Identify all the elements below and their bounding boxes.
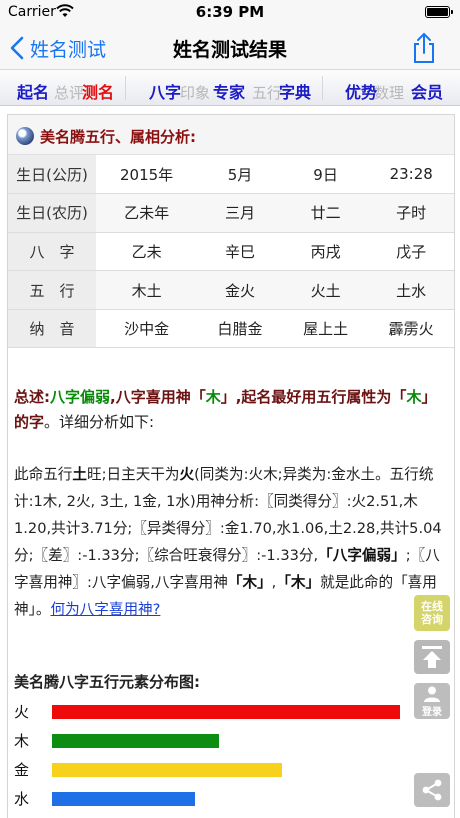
bazi-cell: 子时 bbox=[368, 193, 454, 233]
bazi-row: 五 行木土 金火 火土 土水 bbox=[8, 270, 454, 310]
menu-ghost-label: 数理 bbox=[374, 84, 405, 102]
menu-divider bbox=[322, 76, 323, 100]
section-title: 美名腾五行、属相分析: bbox=[40, 128, 196, 146]
detail-strong: 「八字偏弱」 bbox=[318, 547, 406, 564]
analysis-panel: 美名腾五行、属相分析: 生日(公历) 2015年 5月 9日 23:28 生日(农历) 乙未… bbox=[7, 114, 455, 818]
distribution-bar bbox=[52, 705, 400, 719]
detail-strong: 土 bbox=[72, 466, 87, 483]
detail-text: 此命五行土旺;日主天干为火(同类为:火木;异类为:金水土。五行统计:1木, 2火… bbox=[14, 461, 450, 623]
back-button-label: 姓名测试 bbox=[30, 38, 107, 61]
bazi-row: 生日(农历) 乙未年 三月 廿二 子时 bbox=[8, 193, 454, 233]
user-icon bbox=[424, 686, 440, 702]
bazi-cell: 5月 bbox=[197, 155, 283, 195]
login-label: 登录 bbox=[422, 706, 442, 718]
summary-element2: 木 bbox=[406, 388, 422, 406]
bazi-row-head: 五 行 bbox=[8, 270, 96, 310]
distribution-title: 美名腾八字五行元素分布图: bbox=[14, 673, 200, 691]
bazi-cell: 戊子 bbox=[368, 232, 454, 272]
distribution-bar bbox=[52, 763, 282, 777]
bazi-cell: 廿二 bbox=[282, 193, 369, 233]
detail-part: 此命五行 bbox=[14, 466, 73, 483]
bazi-row-head: 生日(农历) bbox=[8, 193, 96, 233]
bazi-table: 生日(公历) 2015年 5月 9日 23:28 生日(农历) 乙未年 三月 廿二 子时八 字乙未… bbox=[8, 155, 454, 349]
bazi-row: 八 字乙未 辛巳 丙戌 戊子 bbox=[8, 232, 454, 272]
bazi-row: 生日(公历) 2015年 5月 9日 23:28 bbox=[8, 155, 454, 195]
bazi-row-head: 生日(公历) bbox=[8, 155, 96, 195]
menu-item-huiyuan[interactable]: 会员 bbox=[411, 79, 443, 103]
scroll-top-button[interactable] bbox=[414, 640, 450, 674]
online-consult-label: 在线咨询 bbox=[421, 600, 443, 626]
distribution-row: 水 bbox=[8, 786, 454, 810]
summary-element: 木 bbox=[205, 388, 221, 406]
bazi-cell: 丙戌 bbox=[282, 232, 369, 272]
bazi-cell: 土水 bbox=[368, 270, 454, 310]
bazi-cell: 屋上土 bbox=[282, 309, 369, 349]
distribution-row: 木 bbox=[8, 728, 454, 752]
bazi-cell: 23:28 bbox=[368, 155, 454, 195]
back-button[interactable]: 姓名测试 bbox=[10, 34, 106, 62]
detail-strong: 「木」 bbox=[276, 574, 321, 591]
clock: 6:39 PM bbox=[195, 3, 265, 21]
bazi-cell: 火土 bbox=[282, 270, 369, 310]
summary-mid2: 」,起名最好用五行属性为「 bbox=[220, 388, 407, 406]
bazi-cell: 乙未年 bbox=[96, 193, 198, 233]
summary-prefix: 总述: bbox=[14, 388, 50, 406]
status-bar: Carrier 6:39 PM bbox=[0, 0, 460, 26]
login-button[interactable]: 登录 bbox=[414, 683, 450, 719]
distribution-bar bbox=[52, 734, 219, 748]
summary-text: 总述:八字偏弱,八字喜用神「木」,起名最好用五行属性为「木」的字。详细分析如下: bbox=[14, 385, 450, 435]
distribution-label: 火 bbox=[14, 703, 30, 721]
section-header: 美名腾五行、属相分析: bbox=[8, 115, 454, 155]
yin-yang-icon bbox=[16, 127, 34, 145]
detail-strong: 「木」 bbox=[227, 574, 272, 591]
summary-tail: 。详细分析如下: bbox=[44, 413, 155, 431]
distribution-label: 木 bbox=[14, 732, 30, 750]
menu-item-ceming[interactable]: 测名 bbox=[82, 79, 114, 103]
detail-strong: 火 bbox=[179, 466, 195, 483]
bazi-row-head: 八 字 bbox=[8, 232, 96, 272]
chevron-left-icon bbox=[10, 36, 24, 60]
distribution-bar bbox=[52, 792, 195, 806]
menu-item-zhuanjia[interactable]: 专家 bbox=[213, 79, 245, 103]
detail-part: 旺;日主天干为 bbox=[87, 466, 180, 483]
summary-mid1: ,八字喜用神「 bbox=[110, 388, 206, 406]
menu-ghost-label: 总评 bbox=[54, 84, 85, 102]
share-nodes-icon bbox=[422, 779, 442, 801]
distribution-label: 金 bbox=[14, 761, 30, 779]
menu-item-zidian[interactable]: 字典 bbox=[279, 79, 311, 103]
online-consult-button[interactable]: 在线咨询 bbox=[414, 595, 450, 631]
bazi-cell: 乙未 bbox=[96, 232, 198, 272]
navigation-bar: 姓名测试 姓名测试结果 bbox=[0, 26, 460, 70]
battery-icon bbox=[425, 6, 453, 18]
summary-weak: 八字偏弱 bbox=[50, 388, 111, 406]
feature-menu: 总评 印象 五行 数理 起名 测名 八字 专家 字典 优势 会员 bbox=[0, 70, 460, 106]
share-button[interactable] bbox=[414, 773, 450, 807]
bazi-cell: 白腊金 bbox=[197, 309, 283, 349]
menu-item-bazi[interactable]: 八字 bbox=[149, 79, 181, 103]
distribution-row: 火 bbox=[8, 699, 454, 723]
bazi-row-head: 纳 音 bbox=[8, 309, 96, 349]
distribution-label: 水 bbox=[14, 790, 30, 808]
distribution-row: 金 bbox=[8, 757, 454, 781]
menu-divider bbox=[125, 76, 126, 100]
bazi-cell: 木土 bbox=[96, 270, 198, 310]
menu-ghost-label: 印象 bbox=[180, 84, 211, 102]
bazi-row: 纳 音沙中金 白腊金 屋上土 霹雳火 bbox=[8, 309, 454, 349]
menu-item-qiming[interactable]: 起名 bbox=[17, 79, 49, 103]
bazi-cell: 辛巳 bbox=[197, 232, 283, 272]
bazi-cell: 沙中金 bbox=[96, 309, 198, 349]
menu-ghost-label: 五行 bbox=[252, 84, 283, 102]
arrow-up-icon bbox=[422, 646, 442, 668]
bazi-cell: 金火 bbox=[197, 270, 283, 310]
xiyongshen-help-link[interactable]: 何为八字喜用神? bbox=[50, 601, 160, 618]
bazi-cell: 霹雳火 bbox=[368, 309, 454, 349]
share-icon[interactable] bbox=[410, 32, 438, 64]
menu-item-youshi[interactable]: 优势 bbox=[345, 79, 377, 103]
bazi-cell: 2015年 bbox=[96, 155, 198, 195]
bazi-cell: 三月 bbox=[197, 193, 283, 233]
bazi-cell: 9日 bbox=[282, 155, 369, 195]
